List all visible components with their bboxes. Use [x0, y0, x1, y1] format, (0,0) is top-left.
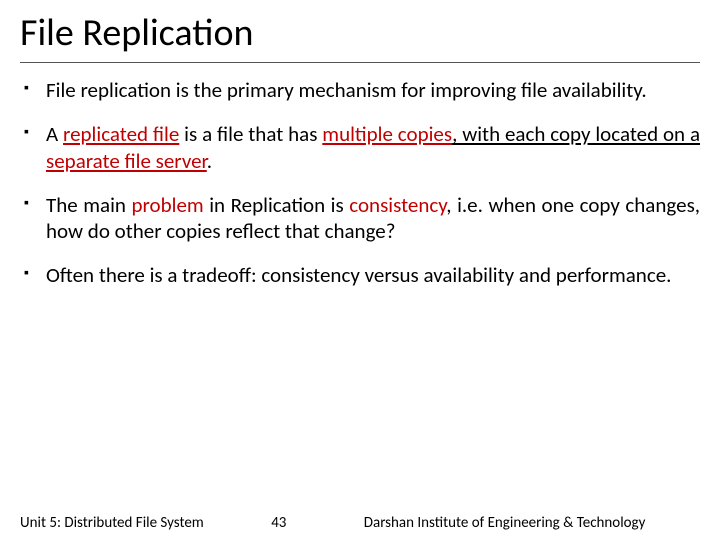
bullet-item: File replication is the primary mechanis… — [46, 77, 700, 103]
text-fragment: is a file that has — [179, 121, 322, 147]
highlight-text: problem — [132, 192, 204, 218]
highlight-text: multiple copies — [322, 121, 452, 147]
slide: File Replication File replication is the… — [0, 0, 720, 540]
bullet-item: The main problem in Replication is consi… — [46, 192, 700, 245]
text-fragment: . — [207, 148, 212, 174]
text-fragment: in Replication is — [204, 192, 350, 218]
highlight-text: replicated file — [63, 121, 179, 147]
text-fragment: , with each copy located on a — [452, 121, 700, 147]
bullet-list: File replication is the primary mechanis… — [20, 77, 700, 289]
bullet-item: A replicated file is a file that has mul… — [46, 121, 700, 174]
bullet-item: Often there is a tradeoff: consistency v… — [46, 262, 700, 288]
text-fragment: The main — [46, 192, 132, 218]
footer-unit: Unit 5: Distributed File System — [20, 514, 204, 532]
footer-page-number: 43 — [204, 514, 354, 532]
title-rule — [20, 62, 700, 63]
footer-institution: Darshan Institute of Engineering & Techn… — [354, 514, 700, 532]
text-fragment: A — [46, 121, 63, 147]
highlight-text: separate file server — [46, 148, 207, 174]
highlight-text: consistency — [349, 192, 446, 218]
slide-title: File Replication — [20, 10, 700, 56]
slide-footer: Unit 5: Distributed File System 43 Darsh… — [0, 514, 720, 532]
